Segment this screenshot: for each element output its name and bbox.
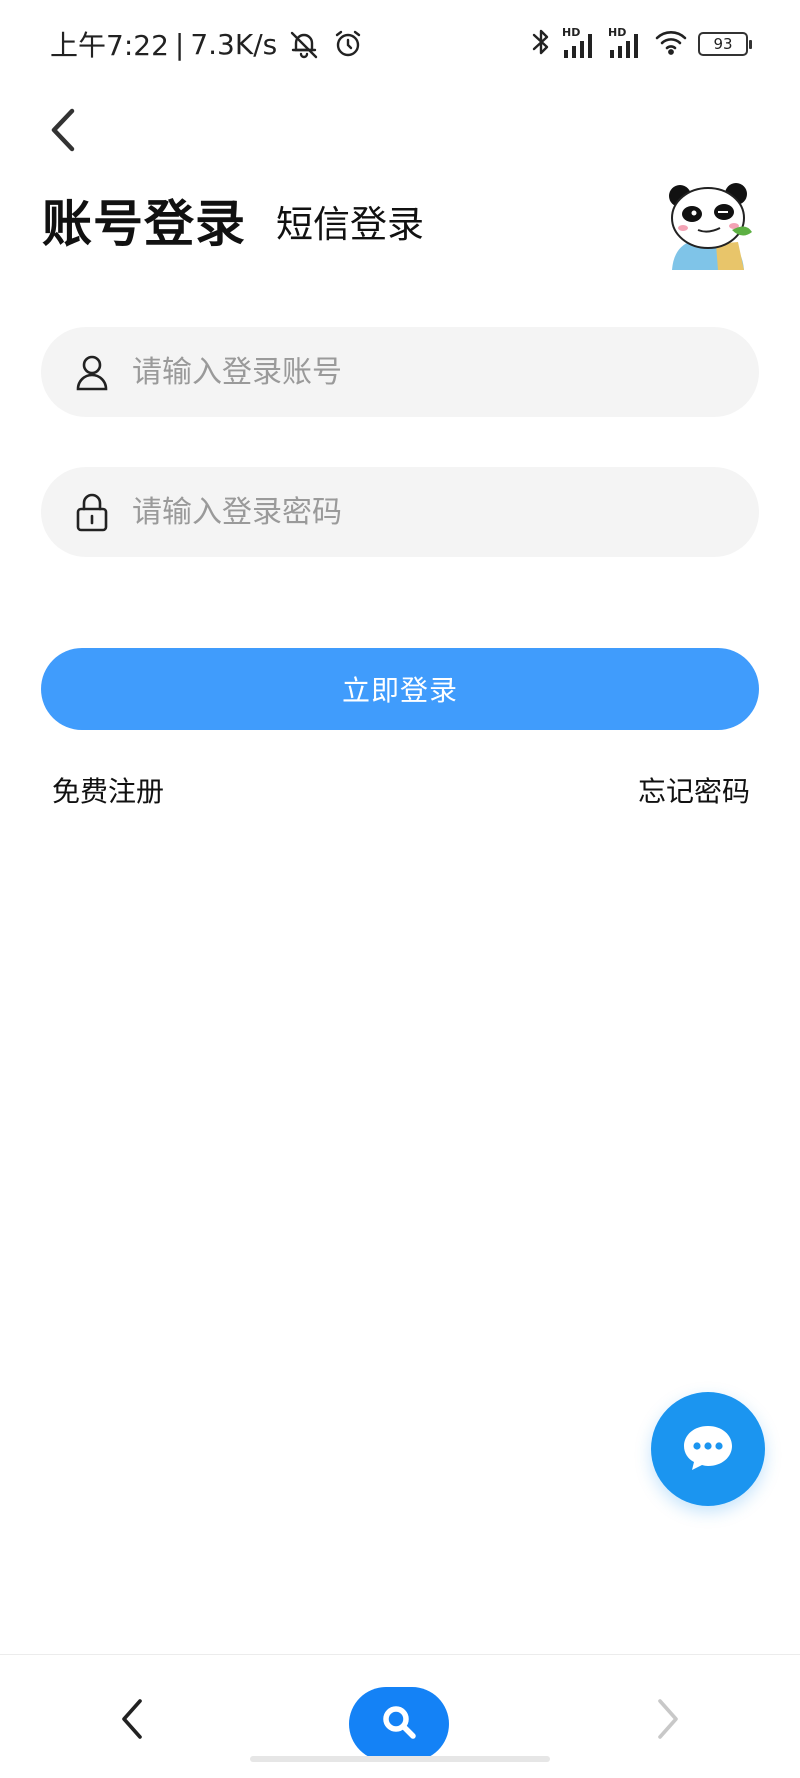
chat-bubble-icon — [681, 1422, 735, 1476]
lock-icon — [74, 492, 110, 532]
chevron-left-icon — [119, 1698, 145, 1744]
status-time: 上午7:22 — [50, 29, 169, 62]
login-button-label: 立即登录 — [341, 674, 458, 707]
status-bar: 上午7:22 | 7.3K/s HD HD 93 — [0, 0, 800, 88]
back-button[interactable] — [40, 106, 86, 158]
signal-1-icon: HD — [562, 26, 598, 60]
tab-account-login[interactable]: 账号登录 — [42, 184, 246, 256]
panda-mascot-image — [658, 178, 758, 270]
chat-button[interactable] — [651, 1392, 765, 1506]
signal-2-icon: HD — [608, 26, 644, 60]
password-input[interactable] — [132, 482, 692, 542]
bell-muted-icon — [287, 27, 321, 61]
nav-forward-button[interactable] — [644, 1691, 692, 1751]
alarm-clock-icon — [331, 27, 365, 61]
search-icon — [379, 1702, 419, 1746]
account-input[interactable] — [132, 342, 692, 402]
status-separator: | — [174, 27, 185, 61]
wifi-icon — [654, 28, 688, 60]
forgot-password-link[interactable]: 忘记密码 — [638, 770, 750, 810]
tab-sms-login[interactable]: 短信登录 — [276, 194, 424, 248]
bluetooth-icon — [530, 26, 552, 62]
status-right: HD HD 93 — [530, 26, 752, 62]
battery-level: 93 — [713, 35, 733, 53]
chevron-left-icon — [48, 108, 78, 156]
chevron-right-icon — [655, 1698, 681, 1744]
nav-back-button[interactable] — [108, 1691, 156, 1751]
account-field[interactable] — [41, 327, 759, 417]
nav-search-button[interactable] — [349, 1687, 449, 1761]
battery-indicator: 93 — [698, 32, 752, 56]
login-button[interactable]: 立即登录 — [41, 648, 759, 730]
register-link[interactable]: 免费注册 — [52, 770, 164, 810]
password-field[interactable] — [41, 467, 759, 557]
status-left: 上午7:22 | 7.3K/s — [50, 24, 365, 64]
home-indicator — [250, 1756, 550, 1762]
status-net-speed: 7.3K/s — [190, 27, 278, 61]
user-icon — [74, 352, 110, 392]
